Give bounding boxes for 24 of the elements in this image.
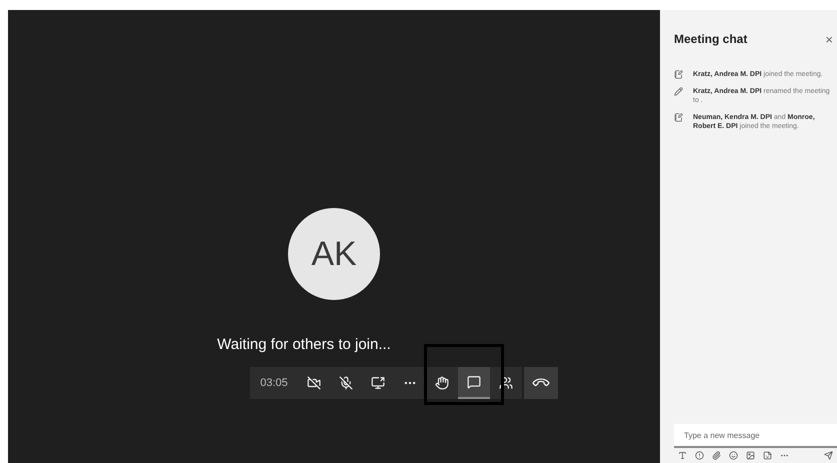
send-icon[interactable] (824, 451, 833, 460)
emoji-icon[interactable] (729, 451, 738, 460)
sticker-icon[interactable] (763, 451, 772, 460)
attach-icon[interactable] (712, 451, 721, 460)
waiting-status: Waiting for others to join... (217, 336, 391, 353)
hand-icon (434, 376, 449, 390)
format-icon[interactable] (678, 451, 687, 460)
camera-off-icon (306, 376, 321, 390)
pencil-icon (674, 87, 683, 96)
priority-icon[interactable] (695, 451, 704, 460)
chat-button[interactable] (458, 367, 490, 399)
avatar: AK (288, 208, 380, 300)
screen-share-icon (370, 376, 385, 390)
close-button[interactable]: × (825, 32, 833, 46)
gif-icon[interactable] (746, 451, 755, 460)
notebook-icon (674, 113, 683, 122)
people-icon (498, 376, 513, 390)
chat-title: Meeting chat (674, 32, 748, 46)
notebook-icon (674, 70, 683, 79)
chat-icon (466, 375, 481, 389)
mic-off-icon (338, 376, 353, 390)
call-timer: 03:05 (259, 377, 289, 389)
hang-up-button[interactable] (524, 367, 558, 399)
message-field[interactable]: Type a new message (674, 424, 837, 448)
